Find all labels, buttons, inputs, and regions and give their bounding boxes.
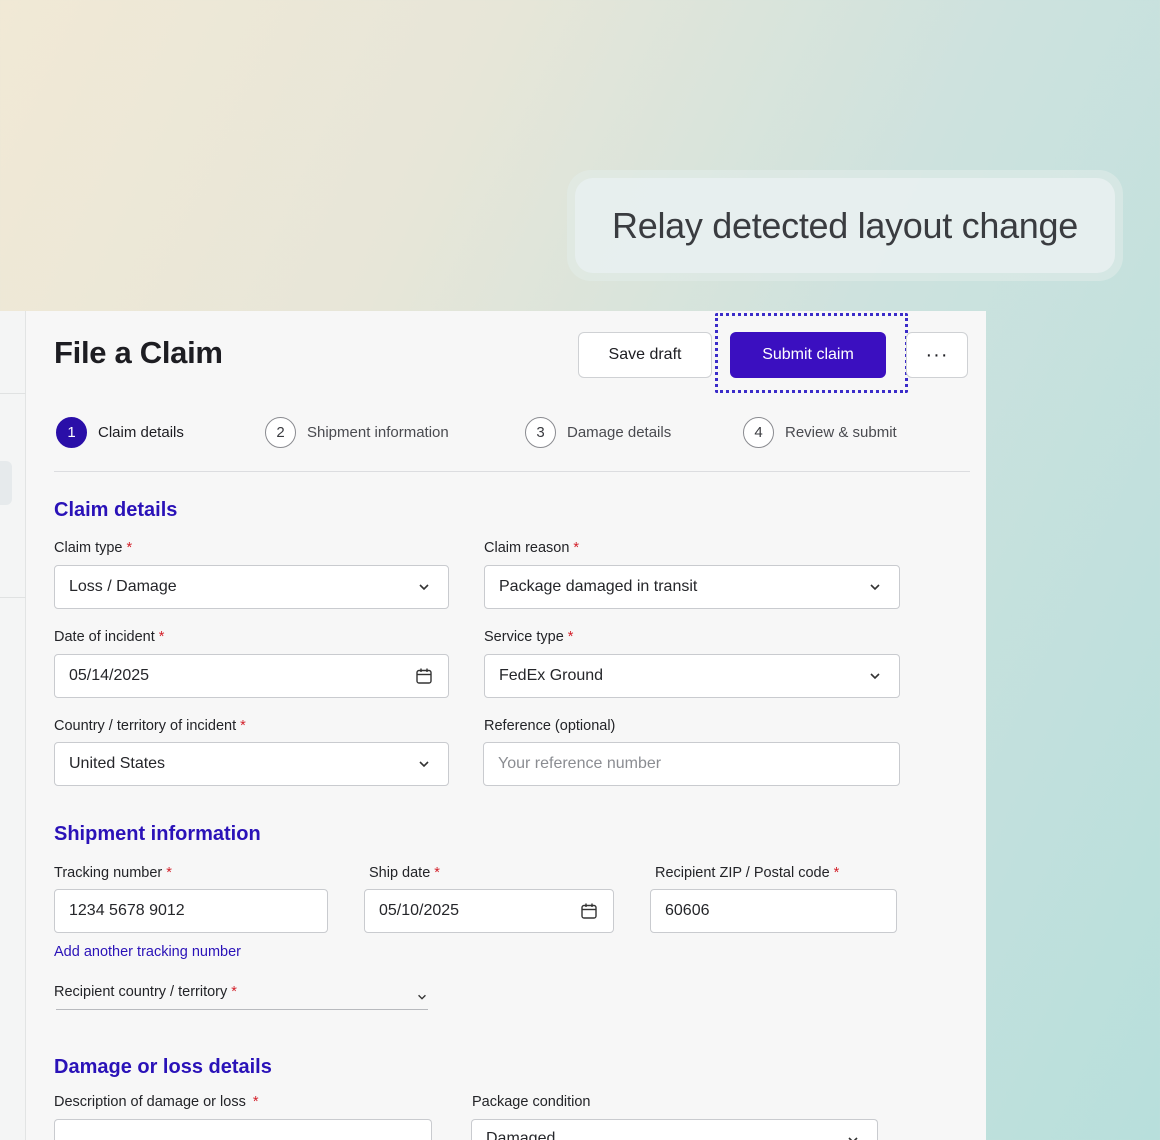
step-review-submit[interactable]: 4 Review & submit xyxy=(743,417,897,448)
package-condition-select[interactable]: Damaged xyxy=(471,1119,878,1140)
chevron-down-icon xyxy=(414,577,434,597)
ship-date-label: Ship date * xyxy=(369,865,440,881)
save-draft-button[interactable]: Save draft xyxy=(578,332,712,378)
service-type-value: FedEx Ground xyxy=(499,667,604,684)
add-tracking-number-link[interactable]: Add another tracking number xyxy=(54,944,241,960)
country-value: United States xyxy=(69,755,166,772)
more-options-button[interactable]: ··· xyxy=(906,332,968,378)
toast-message: Relay detected layout change xyxy=(575,178,1115,273)
step-number: 4 xyxy=(743,417,774,448)
claim-type-select[interactable]: Loss / Damage xyxy=(54,565,449,609)
calendar-icon[interactable] xyxy=(414,666,434,686)
step-label: Shipment information xyxy=(307,424,449,441)
chevron-down-icon xyxy=(843,1130,863,1140)
claim-reason-value: Package damaged in transit xyxy=(499,578,698,595)
more-icon: ··· xyxy=(925,343,949,366)
layout-change-toast: Relay detected layout change xyxy=(567,170,1123,281)
step-number: 2 xyxy=(265,417,296,448)
country-label: Country / territory of incident * xyxy=(54,718,246,734)
chevron-down-icon xyxy=(865,666,885,686)
sidebar xyxy=(0,311,26,1140)
reference-placeholder: Your reference number xyxy=(498,755,662,772)
highlight-focus-ring xyxy=(715,313,908,393)
tracking-number-input[interactable]: 1234 5678 9012 xyxy=(54,889,328,933)
zip-value: 60606 xyxy=(665,902,710,919)
zip-input[interactable]: 60606 xyxy=(650,889,897,933)
date-of-incident-input[interactable]: 05/14/2025 xyxy=(54,654,449,698)
section-title-shipment-information: Shipment information xyxy=(54,823,261,845)
claim-reason-label: Claim reason * xyxy=(484,540,580,556)
step-number: 1 xyxy=(56,417,87,448)
step-shipment-information[interactable]: 2 Shipment information xyxy=(265,417,449,448)
step-claim-details[interactable]: 1 Claim details xyxy=(56,417,184,448)
service-type-select[interactable]: FedEx Ground xyxy=(484,654,900,698)
chevron-down-icon xyxy=(414,754,434,774)
reference-label: Reference (optional) xyxy=(484,718,616,734)
section-title-claim-details: Claim details xyxy=(54,499,178,521)
chevron-down-icon xyxy=(865,577,885,597)
sidebar-divider xyxy=(0,597,26,598)
chevron-down-icon xyxy=(416,990,428,1008)
claim-reason-select[interactable]: Package damaged in transit xyxy=(484,565,900,609)
recipient-country-select[interactable] xyxy=(56,980,428,1010)
page-title: File a Claim xyxy=(54,335,223,370)
step-label: Damage details xyxy=(567,424,672,441)
date-of-incident-value: 05/14/2025 xyxy=(69,667,150,684)
step-number: 3 xyxy=(525,417,556,448)
country-select[interactable]: United States xyxy=(54,742,449,786)
claim-form-panel: File a Claim Save draft Submit claim ···… xyxy=(26,311,986,1140)
sidebar-active-item[interactable] xyxy=(0,461,12,505)
date-of-incident-label: Date of incident * xyxy=(54,629,165,645)
section-title-damage-details: Damage or loss details xyxy=(54,1056,272,1078)
ship-date-input[interactable]: 05/10/2025 xyxy=(364,889,614,933)
tracking-number-label: Tracking number * xyxy=(54,865,172,881)
service-type-label: Service type * xyxy=(484,629,574,645)
stepper: 1 Claim details 2 Shipment information 3… xyxy=(54,417,970,472)
claim-type-value: Loss / Damage xyxy=(69,578,177,595)
step-label: Claim details xyxy=(98,424,184,441)
step-damage-details[interactable]: 3 Damage details xyxy=(525,417,671,448)
package-condition-value: Damaged xyxy=(486,1130,556,1140)
tracking-number-value: 1234 5678 9012 xyxy=(69,902,185,919)
reference-input[interactable]: Your reference number xyxy=(483,742,900,786)
sidebar-divider xyxy=(0,393,26,394)
description-label: Description of damage or loss * xyxy=(54,1094,259,1110)
description-textarea[interactable] xyxy=(54,1119,432,1140)
step-label: Review & submit xyxy=(785,424,897,441)
zip-label: Recipient ZIP / Postal code * xyxy=(655,865,840,881)
ship-date-value: 05/10/2025 xyxy=(379,902,460,919)
package-condition-label: Package condition xyxy=(472,1094,591,1110)
claim-type-label: Claim type * xyxy=(54,540,133,556)
calendar-icon[interactable] xyxy=(579,901,599,921)
